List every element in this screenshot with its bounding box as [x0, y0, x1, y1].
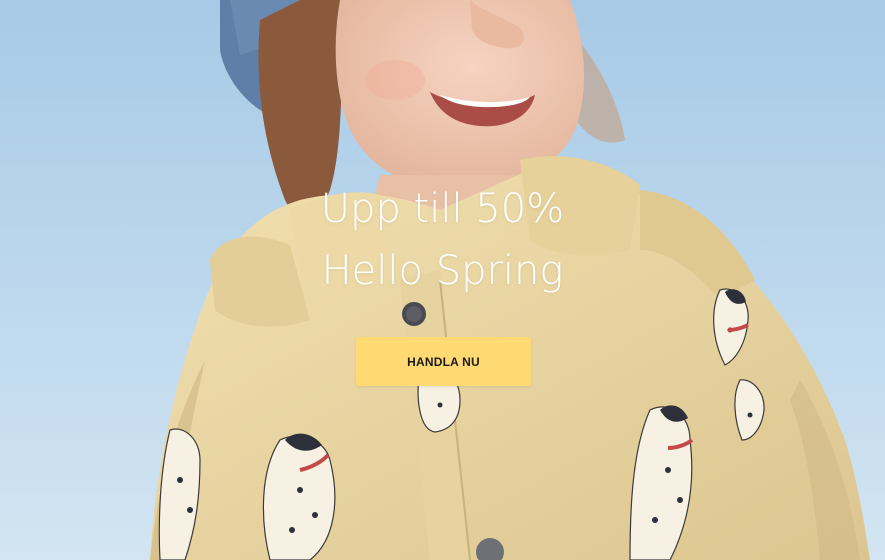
hero-headline-discount: Upp till 50% [320, 186, 565, 232]
hero-banner: Upp till 50% Hello Spring HANDLA NU [0, 0, 885, 560]
hero-headline-campaign: Hello Spring [321, 248, 564, 294]
shop-now-button[interactable]: HANDLA NU [356, 337, 531, 386]
hero-copy: Upp till 50% Hello Spring [0, 178, 885, 302]
